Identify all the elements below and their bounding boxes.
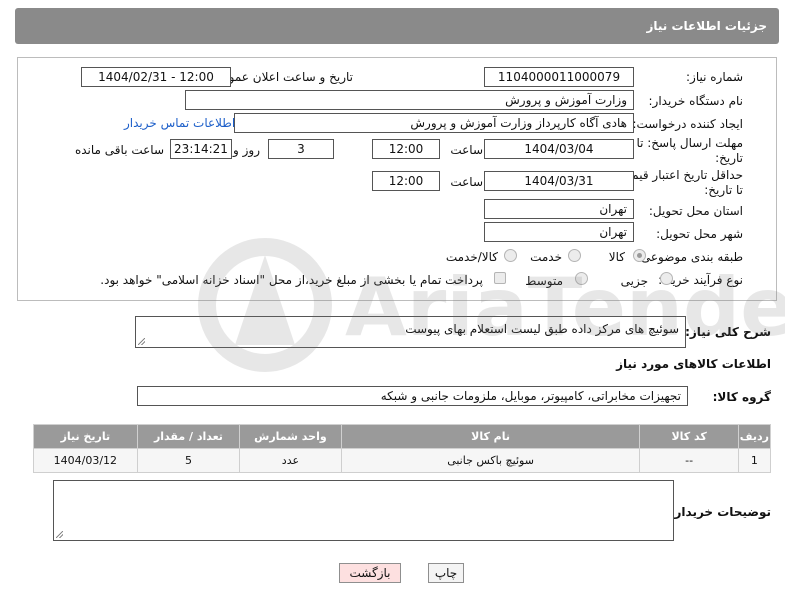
description-label: شرح کلی نیاز: bbox=[685, 325, 771, 339]
cell-row: 1 bbox=[737, 448, 772, 473]
page-header: جزئیات اطلاعات نیاز bbox=[15, 8, 779, 44]
remaining-time-field[interactable]: 23:14:21 bbox=[170, 139, 232, 159]
buyer-org-label: نام دستگاه خریدار: bbox=[648, 94, 744, 108]
price-validity-date-field[interactable]: 1404/03/31 bbox=[484, 171, 634, 191]
process-minor-radio[interactable] bbox=[660, 272, 673, 285]
back-button[interactable]: بازگشت bbox=[339, 563, 401, 583]
reply-deadline-date-field[interactable]: 1404/03/04 bbox=[484, 139, 634, 159]
cell-quantity: 5 bbox=[136, 448, 241, 473]
category-goods-service-radio[interactable] bbox=[504, 249, 517, 262]
price-validity-time-field[interactable]: 12:00 bbox=[372, 171, 440, 191]
price-time-label: ساعت bbox=[450, 175, 483, 189]
need-number-label: شماره نیاز: bbox=[686, 70, 743, 84]
goods-table: ردیف کد کالا نام کالا واحد شمارش تعداد /… bbox=[33, 424, 772, 473]
cell-need-date: 1404/03/12 bbox=[33, 448, 138, 473]
print-button[interactable]: چاپ bbox=[428, 563, 464, 583]
col-code: کد کالا bbox=[639, 424, 739, 449]
days-label: روز و bbox=[233, 143, 260, 157]
buyer-org-field[interactable]: وزارت آموزش و پرورش bbox=[185, 90, 634, 110]
reply-days-field[interactable]: 3 bbox=[268, 139, 334, 159]
price-validity-label-2: تا تاریخ: bbox=[704, 183, 743, 197]
goods-group-label: گروه کالا: bbox=[712, 390, 771, 404]
col-need-date: تاریخ نیاز bbox=[33, 424, 138, 449]
cell-unit: عدد bbox=[239, 448, 342, 473]
cell-name: سوئیچ باکس جانبی bbox=[340, 448, 641, 473]
category-service-label: خدمت bbox=[530, 250, 562, 264]
requester-label: ایجاد کننده درخواست: bbox=[632, 117, 743, 131]
delivery-city-field[interactable]: تهران bbox=[484, 222, 634, 242]
buyer-contact-link[interactable]: اطلاعات تماس خریدار bbox=[124, 116, 235, 130]
process-medium-label: متوسط bbox=[525, 274, 563, 288]
category-label: طبقه بندی موضوعی: bbox=[636, 250, 743, 264]
remaining-time-label: ساعت باقی مانده bbox=[74, 143, 164, 157]
col-quantity: تعداد / مقدار bbox=[136, 424, 241, 449]
category-goods-radio[interactable] bbox=[633, 249, 646, 262]
col-row: ردیف bbox=[737, 424, 772, 449]
table-row[interactable]: 1 -- سوئیچ باکس جانبی عدد 5 1404/03/12 bbox=[33, 448, 772, 473]
page-title: جزئیات اطلاعات نیاز bbox=[646, 19, 767, 33]
buyer-notes-label: توضیحات خریدار: bbox=[669, 505, 771, 519]
goods-section-title: اطلاعات کالاهای مورد نیاز bbox=[616, 357, 771, 371]
process-minor-label: جزیی bbox=[620, 274, 648, 288]
reply-deadline-label: مهلت ارسال پاسخ: تا bbox=[636, 136, 743, 150]
treasury-payment-note: پرداخت تمام یا بخشی از مبلغ خرید،از محل … bbox=[100, 273, 483, 287]
announce-date-field[interactable]: 1404/02/31 - 12:00 bbox=[81, 67, 231, 87]
buyer-notes-textarea[interactable] bbox=[53, 480, 674, 541]
need-number-field[interactable]: 1104000011000079 bbox=[484, 67, 634, 87]
treasury-payment-checkbox[interactable] bbox=[494, 272, 506, 284]
delivery-city-label: شهر محل تحویل: bbox=[656, 227, 743, 241]
reply-deadline-time-field[interactable]: 12:00 bbox=[372, 139, 440, 159]
cell-code: -- bbox=[639, 448, 739, 473]
category-goods-service-label: کالا/خدمت bbox=[445, 250, 498, 264]
category-service-radio[interactable] bbox=[568, 249, 581, 262]
goods-table-header: ردیف کد کالا نام کالا واحد شمارش تعداد /… bbox=[33, 424, 772, 449]
delivery-province-field[interactable]: تهران bbox=[484, 199, 634, 219]
process-medium-radio[interactable] bbox=[575, 272, 588, 285]
category-goods-label: کالا bbox=[608, 250, 625, 264]
description-textarea[interactable]: سوئیچ های مرکز داده طبق لیست استعلام بها… bbox=[135, 316, 686, 348]
reply-deadline-label-2: تاریخ: bbox=[715, 151, 743, 165]
col-unit: واحد شمارش bbox=[239, 424, 342, 449]
reply-time-label: ساعت bbox=[450, 143, 483, 157]
delivery-province-label: استان محل تحویل: bbox=[648, 204, 743, 218]
goods-group-field[interactable]: تجهیزات مخابراتی، کامپیوتر، موبایل، ملزو… bbox=[137, 386, 688, 406]
requester-field[interactable]: هادی آگاه کارپرداز وزارت آموزش و پرورش bbox=[234, 113, 634, 133]
price-validity-label: حداقل تاریخ اعتبار قیمت: bbox=[616, 168, 743, 182]
col-name: نام کالا bbox=[340, 424, 641, 449]
